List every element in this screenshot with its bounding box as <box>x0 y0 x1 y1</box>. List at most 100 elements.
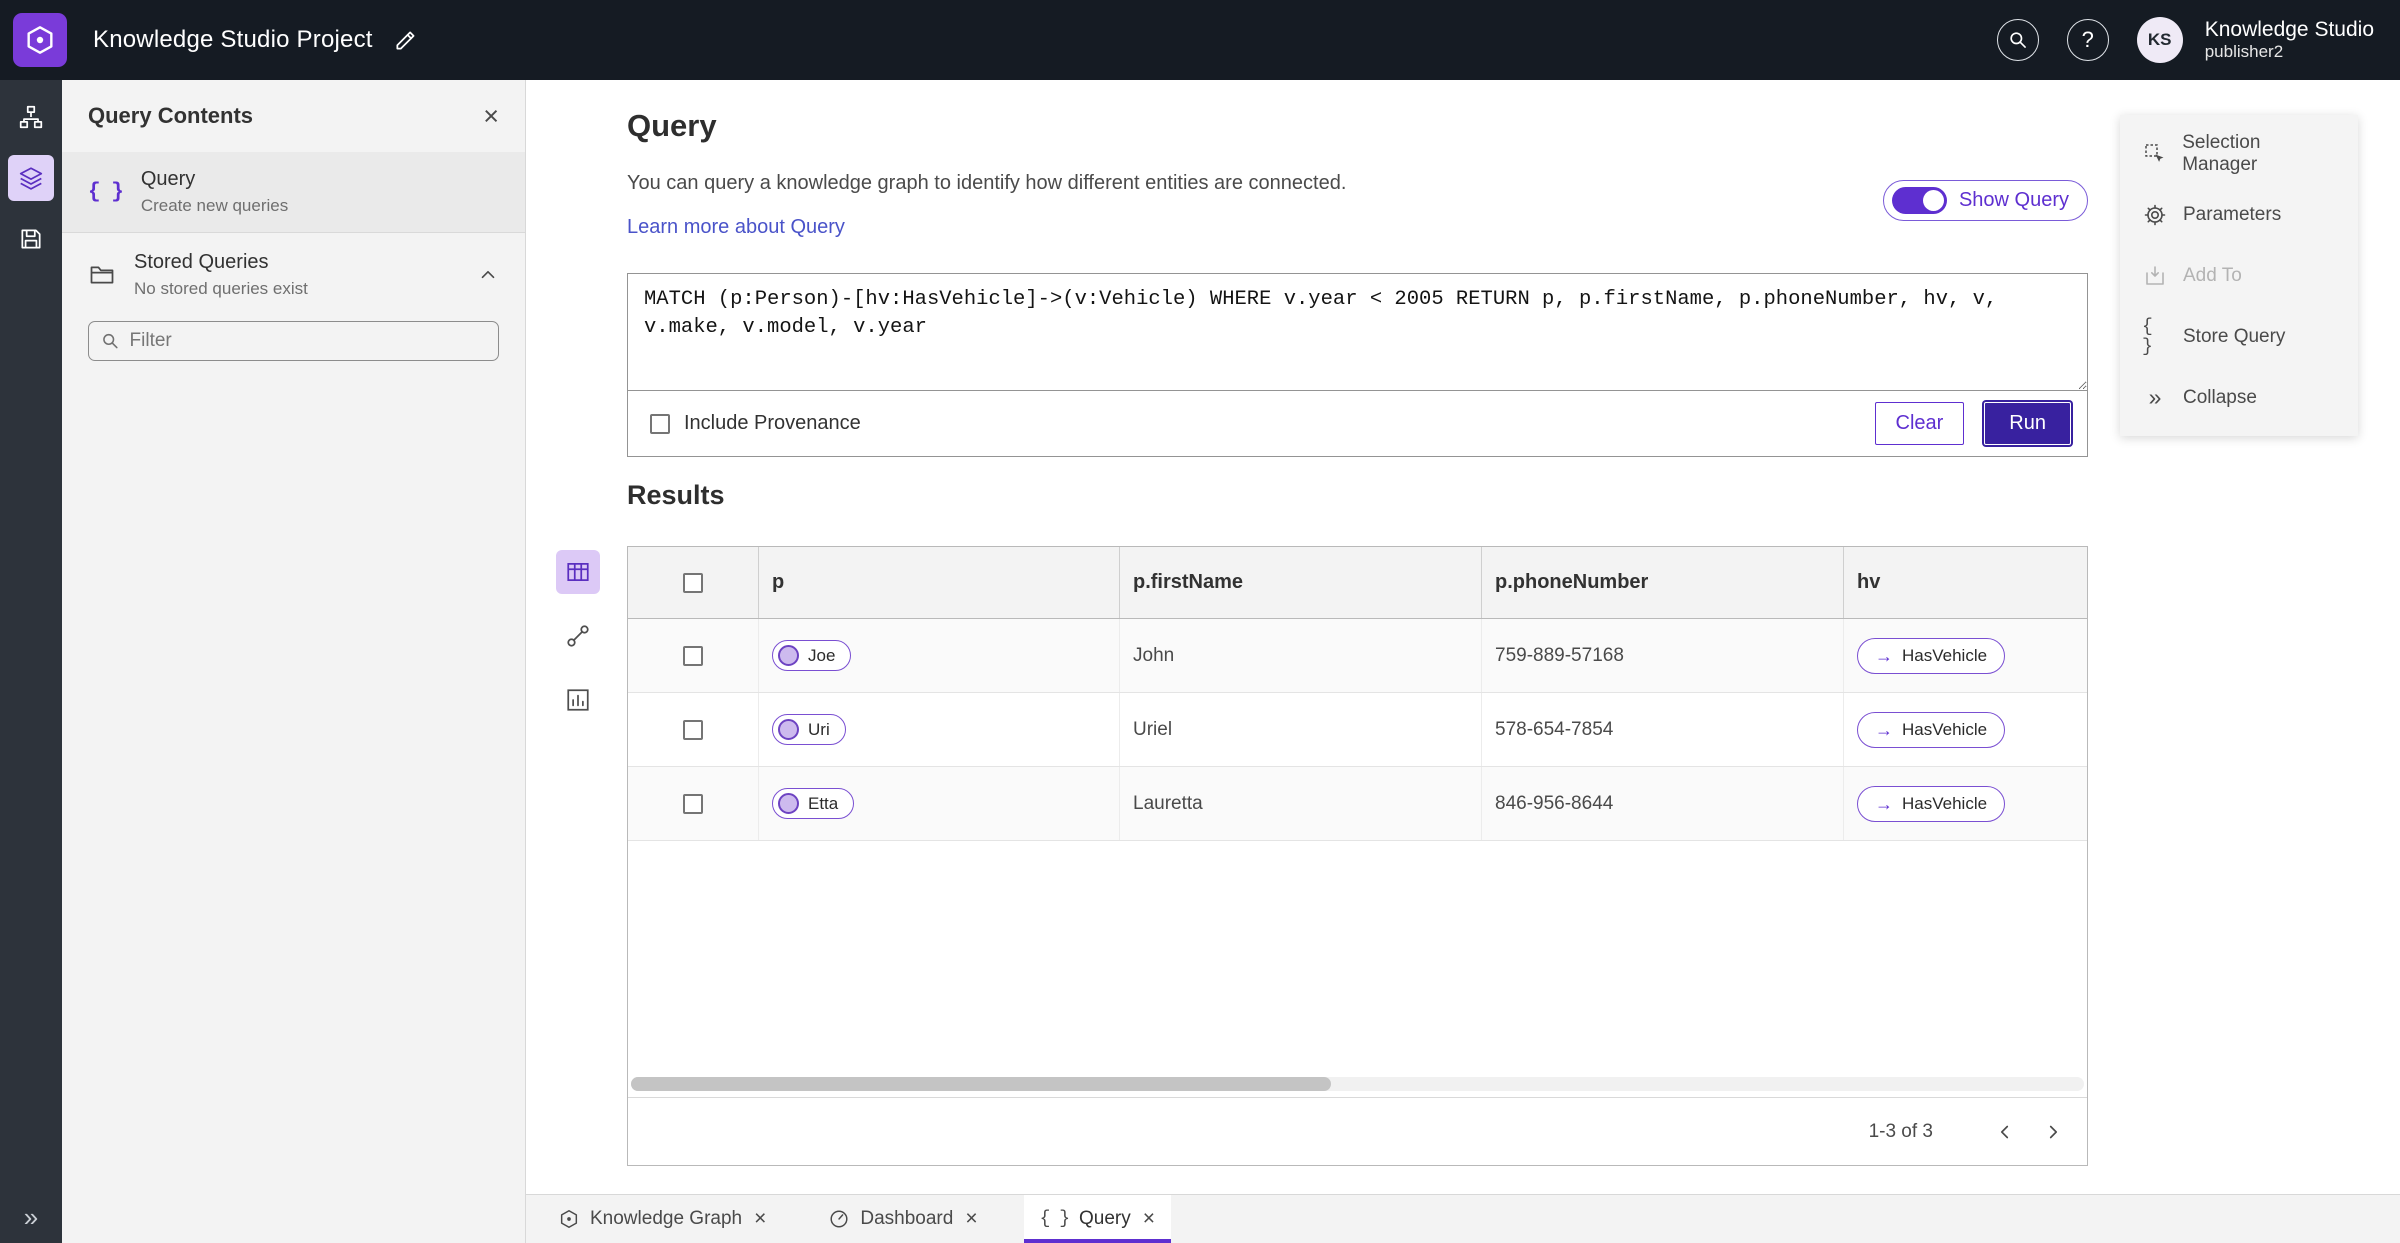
include-provenance-checkbox[interactable] <box>650 413 670 434</box>
tools-panel: Selection Manager Parameters Add To {} … <box>2120 115 2358 436</box>
chevron-up-icon <box>481 270 495 279</box>
expand-rail-button[interactable]: » <box>0 1202 62 1233</box>
filter-input[interactable] <box>129 330 486 352</box>
panel-title: Query Contents <box>88 103 254 128</box>
show-query-label: Show Query <box>1958 189 2069 211</box>
horizontal-scrollbar[interactable] <box>631 1077 2084 1091</box>
run-button[interactable]: Run <box>1984 402 2071 445</box>
entity-label: Joe <box>808 645 836 665</box>
toggle-switch[interactable] <box>1891 187 1947 214</box>
table-row[interactable]: Joe John 759-889-57168 → HasVehicle <box>628 619 2087 693</box>
firstname-value: Lauretta <box>1133 792 1203 814</box>
layers-icon <box>19 167 43 190</box>
entity-label: Uri <box>808 719 830 739</box>
filter-field <box>88 321 499 361</box>
table-row[interactable]: Etta Lauretta 846-956-8644 → HasVehicle <box>628 767 2087 841</box>
query-view: Query You can query a knowledge graph to… <box>526 80 2400 1194</box>
user-block[interactable]: Knowledge Studio publisher2 <box>2205 17 2374 63</box>
learn-more-link[interactable]: Learn more about Query <box>627 216 845 239</box>
rail-hierarchy-button[interactable] <box>8 94 54 140</box>
app-logo[interactable] <box>13 13 67 67</box>
query-input[interactable]: MATCH (p:Person)-[hv:HasVehicle]->(v:Veh… <box>628 274 2087 391</box>
parameters-gear-icon <box>2142 203 2168 227</box>
tab-label: Query <box>1079 1208 1131 1229</box>
arrow-right-icon: → <box>1875 793 1893 814</box>
previous-page-button[interactable] <box>1985 1112 2025 1152</box>
save-icon <box>21 229 41 249</box>
relationship-label: HasVehicle <box>1902 645 1988 665</box>
close-panel-button[interactable]: × <box>483 102 499 130</box>
column-header-firstname[interactable]: p.firstName <box>1120 547 1482 618</box>
add-to-item: Add To <box>2120 245 2358 306</box>
column-header-hv[interactable]: hv <box>1844 547 2087 618</box>
phone-cell: 759-889-57168 <box>1482 619 1844 692</box>
query-editor-footer: Include Provenance Clear Run <box>628 391 2087 456</box>
entity-pill[interactable]: Uri <box>772 714 846 745</box>
header-actions: ? KS Knowledge Studio publisher2 <box>1996 17 2374 63</box>
add-to-icon <box>2142 264 2168 288</box>
link-chart-icon <box>567 625 589 647</box>
stored-queries-description: No stored queries exist <box>134 279 308 298</box>
table-view-button[interactable] <box>556 550 600 594</box>
hierarchy-icon <box>19 105 43 129</box>
app-root: Knowledge Studio Project ? KS Knowledge … <box>0 0 2400 1243</box>
relationship-pill[interactable]: → HasVehicle <box>1857 711 2006 748</box>
store-query-braces-icon: { } <box>2142 316 2153 357</box>
phone-value: 578-654-7854 <box>1495 718 1614 740</box>
search-button[interactable] <box>1996 19 2039 61</box>
firstname-cell: Uriel <box>1120 693 1482 766</box>
phone-cell: 578-654-7854 <box>1482 693 1844 766</box>
next-page-button[interactable] <box>2033 1112 2073 1152</box>
edit-title-button[interactable] <box>393 27 419 53</box>
table-row[interactable]: Uri Uriel 578-654-7854 → HasVehicle <box>628 693 2087 767</box>
stored-queries-header[interactable]: Stored Queries No stored queries exist <box>62 233 525 309</box>
row-checkbox-cell <box>628 693 759 766</box>
tab-dashboard[interactable]: Dashboard × <box>812 1195 993 1243</box>
parameters-item[interactable]: Parameters <box>2120 184 2358 245</box>
select-all-checkbox[interactable] <box>683 572 703 593</box>
close-tab-icon[interactable]: × <box>1143 1207 1155 1231</box>
store-query-label: Store Query <box>2183 325 2286 347</box>
filter-search-icon <box>103 333 118 349</box>
selection-manager-item[interactable]: Selection Manager <box>2120 123 2358 184</box>
entity-pill[interactable]: Joe <box>772 640 852 671</box>
rail-save-button[interactable] <box>8 216 54 262</box>
tab-knowledge-graph[interactable]: Knowledge Graph × <box>542 1195 782 1243</box>
relationship-pill[interactable]: → HasVehicle <box>1857 637 2006 674</box>
row-checkbox[interactable] <box>683 719 703 740</box>
tab-query[interactable]: { } Query × <box>1023 1195 1172 1243</box>
collapse-item[interactable]: » Collapse <box>2120 367 2358 428</box>
column-header-phonenumber[interactable]: p.phoneNumber <box>1482 547 1844 618</box>
table-header-row: p p.firstName p.phoneNumber hv <box>628 547 2087 619</box>
help-button[interactable]: ? <box>2066 19 2109 61</box>
collapse-section-button[interactable] <box>477 264 499 286</box>
row-checkbox[interactable] <box>683 793 703 814</box>
store-query-item[interactable]: { } Store Query <box>2120 306 2358 367</box>
sidebar-item-query[interactable]: { } Query Create new queries <box>62 152 525 232</box>
close-tab-icon[interactable]: × <box>754 1207 766 1231</box>
link-chart-view-button[interactable] <box>556 614 600 658</box>
entity-pill[interactable]: Etta <box>772 788 855 819</box>
query-contents-panel: Query Contents × { } Query Create new qu… <box>62 80 526 1243</box>
search-icon <box>2010 32 2026 48</box>
clear-button[interactable]: Clear <box>1874 402 1965 445</box>
rail-layers-button[interactable] <box>8 155 54 201</box>
row-checkbox-cell <box>628 767 759 840</box>
relationship-cell: → HasVehicle <box>1844 693 2087 766</box>
scrollbar-thumb[interactable] <box>631 1077 1331 1091</box>
close-tab-icon[interactable]: × <box>965 1207 977 1231</box>
row-checkbox-cell <box>628 619 759 692</box>
stored-queries-text: Stored Queries No stored queries exist <box>134 251 308 299</box>
entity-cell: Etta <box>759 767 1120 840</box>
show-query-toggle[interactable]: Show Query <box>1882 180 2088 221</box>
chart-view-icon <box>567 689 589 711</box>
phone-cell: 846-956-8644 <box>1482 767 1844 840</box>
chart-view-button[interactable] <box>556 678 600 722</box>
row-checkbox[interactable] <box>683 645 703 666</box>
column-header-p[interactable]: p <box>759 547 1120 618</box>
query-item-label: Query <box>140 168 196 190</box>
relationship-pill[interactable]: → HasVehicle <box>1857 785 2006 822</box>
project-title: Knowledge Studio Project <box>93 26 373 53</box>
avatar[interactable]: KS <box>2136 17 2183 63</box>
selection-manager-label: Selection Manager <box>2182 131 2261 175</box>
